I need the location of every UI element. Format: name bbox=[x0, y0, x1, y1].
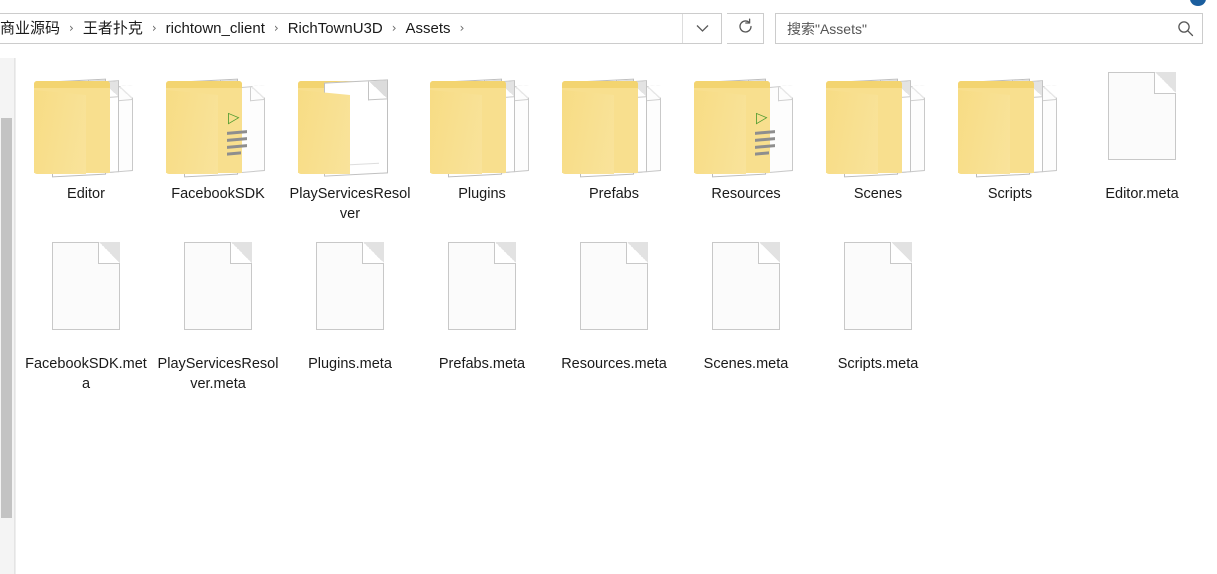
folder-icon-page bbox=[284, 62, 416, 184]
content-divider bbox=[15, 58, 16, 574]
vertical-scrollbar[interactable] bbox=[0, 58, 15, 574]
folder-icon bbox=[416, 62, 548, 184]
file-item-playservicesresolver-meta[interactable]: PlayServicesResolver.meta bbox=[152, 232, 284, 402]
file-item-label: Scripts.meta bbox=[837, 356, 919, 372]
file-item-resources-meta[interactable]: Resources.meta bbox=[548, 232, 680, 402]
breadcrumb-separator-4[interactable]: › bbox=[454, 14, 471, 43]
document-icon bbox=[548, 232, 680, 354]
file-item-plugins-meta[interactable]: Plugins.meta bbox=[284, 232, 416, 402]
folder-icon-code: ▷ bbox=[680, 62, 812, 184]
file-row-2: FacebookSDK.meta PlayServicesResolver.me… bbox=[20, 232, 1210, 402]
file-item-label: Resources bbox=[711, 186, 781, 202]
file-item-label: PlayServicesResolver.meta bbox=[157, 356, 279, 392]
file-item-facebooksdk[interactable]: ▷ FacebookSDK bbox=[152, 62, 284, 232]
file-item-label: Editor bbox=[67, 186, 105, 202]
search-icon[interactable] bbox=[1177, 14, 1194, 43]
file-item-label: Resources.meta bbox=[561, 356, 667, 372]
search-input[interactable] bbox=[785, 14, 1159, 43]
folder-icon-code: ▷ bbox=[152, 62, 284, 184]
breadcrumb-item-3[interactable]: RichTownU3D bbox=[285, 14, 386, 43]
file-item-scenes[interactable]: Scenes bbox=[812, 62, 944, 232]
file-item-label: Plugins.meta bbox=[308, 356, 392, 372]
breadcrumb-separator-1[interactable]: › bbox=[146, 14, 163, 43]
folder-icon bbox=[812, 62, 944, 184]
explorer-toolbar: 商业源码 › 王者扑克 › richtown_client › RichTown… bbox=[0, 0, 1217, 58]
address-bar[interactable]: 商业源码 › 王者扑克 › richtown_client › RichTown… bbox=[0, 13, 722, 44]
breadcrumb: 商业源码 › 王者扑克 › richtown_client › RichTown… bbox=[0, 14, 470, 43]
document-icon bbox=[20, 232, 152, 354]
document-icon bbox=[680, 232, 812, 354]
file-item-resources[interactable]: ▷ Resources bbox=[680, 62, 812, 232]
file-item-label: Plugins bbox=[458, 186, 506, 202]
file-item-prefabs[interactable]: Prefabs bbox=[548, 62, 680, 232]
breadcrumb-item-2[interactable]: richtown_client bbox=[163, 14, 268, 43]
file-item-editor-meta[interactable]: Editor.meta bbox=[1076, 62, 1208, 232]
folder-icon bbox=[548, 62, 680, 184]
file-item-label: PlayServicesResolver bbox=[289, 186, 411, 222]
file-list: Editor ▷ FacebookSDK PlayServicesResolve… bbox=[20, 62, 1210, 562]
file-item-scripts[interactable]: Scripts bbox=[944, 62, 1076, 232]
scrollbar-thumb[interactable] bbox=[1, 118, 12, 518]
file-item-label: FacebookSDK bbox=[171, 186, 265, 202]
file-item-label: Scripts bbox=[987, 186, 1033, 202]
breadcrumb-separator-3[interactable]: › bbox=[386, 14, 403, 43]
breadcrumb-item-0[interactable]: 商业源码 bbox=[0, 14, 63, 43]
file-row-1: Editor ▷ FacebookSDK PlayServicesResolve… bbox=[20, 62, 1210, 232]
file-item-label: Prefabs bbox=[589, 186, 639, 202]
breadcrumb-item-4[interactable]: Assets bbox=[403, 14, 454, 43]
file-item-editor[interactable]: Editor bbox=[20, 62, 152, 232]
document-icon bbox=[812, 232, 944, 354]
window-accent-dot bbox=[1190, 0, 1206, 6]
address-history-dropdown[interactable] bbox=[682, 14, 721, 43]
file-item-label: FacebookSDK.meta bbox=[25, 356, 147, 392]
file-item-label: Prefabs.meta bbox=[438, 356, 526, 372]
document-icon bbox=[1076, 62, 1208, 184]
document-icon bbox=[284, 232, 416, 354]
refresh-button[interactable] bbox=[727, 13, 764, 44]
file-item-scenes-meta[interactable]: Scenes.meta bbox=[680, 232, 812, 402]
folder-icon bbox=[944, 62, 1076, 184]
code-file-glyph: ▷ bbox=[754, 107, 784, 156]
file-item-label: Editor.meta bbox=[1105, 186, 1179, 202]
file-item-prefabs-meta[interactable]: Prefabs.meta bbox=[416, 232, 548, 402]
folder-icon bbox=[20, 62, 152, 184]
file-item-plugins[interactable]: Plugins bbox=[416, 62, 548, 232]
file-item-label: Scenes bbox=[853, 186, 903, 202]
breadcrumb-separator-0[interactable]: › bbox=[63, 14, 80, 43]
chevron-down-icon bbox=[696, 20, 709, 38]
document-icon bbox=[152, 232, 284, 354]
code-file-glyph: ▷ bbox=[226, 107, 256, 156]
refresh-icon bbox=[737, 17, 754, 40]
breadcrumb-item-1[interactable]: 王者扑克 bbox=[80, 14, 146, 43]
file-item-playservicesresolver[interactable]: PlayServicesResolver bbox=[284, 62, 416, 232]
file-item-facebooksdk-meta[interactable]: FacebookSDK.meta bbox=[20, 232, 152, 402]
file-item-label: Scenes.meta bbox=[703, 356, 789, 372]
file-item-scripts-meta[interactable]: Scripts.meta bbox=[812, 232, 944, 402]
search-box[interactable] bbox=[775, 13, 1203, 44]
document-icon bbox=[416, 232, 548, 354]
breadcrumb-separator-2[interactable]: › bbox=[268, 14, 285, 43]
